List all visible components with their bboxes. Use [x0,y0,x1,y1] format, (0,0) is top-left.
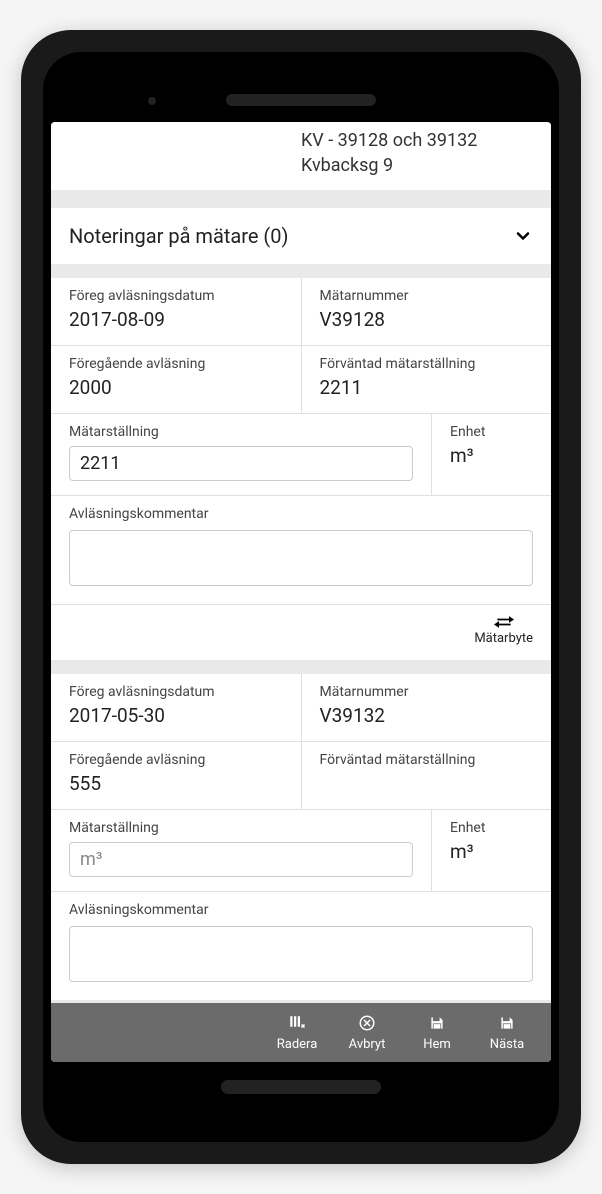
save-icon [497,1013,517,1033]
prev-date-value: 2017-08-09 [69,308,283,331]
bottom-nav: Radera Avbryt Hem [51,1003,551,1062]
row-prevreading-expected: Föregående avläsning 2000 Förväntad mäta… [51,346,551,414]
cell-comment: Avläsningskommentar [51,892,551,1000]
nav-cancel-button[interactable]: Avbryt [335,1013,399,1052]
meter-number-value: V39132 [320,704,534,727]
row-prevdate-number: Föreg avläsningsdatum 2017-08-09 Mätarnu… [51,278,551,346]
phone-speaker [226,94,376,106]
row-comment: Avläsningskommentar [51,496,551,605]
row-comment: Avläsningskommentar [51,892,551,1000]
meter-number-value: V39128 [320,308,534,331]
header-left [69,128,301,178]
row-reading-unit: Mätarställning Enhet m³ [51,810,551,892]
prev-reading-label: Föregående avläsning [69,752,283,768]
prev-reading-value: 2000 [69,376,283,399]
comment-input[interactable] [69,530,533,586]
comment-label: Avläsningskommentar [69,902,533,918]
cell-meter-number: Mätarnummer V39128 [301,278,552,345]
cell-prev-reading: Föregående avläsning 2000 [51,346,301,413]
notes-title: Noteringar på mätare (0) [69,224,288,248]
row-reading-unit: Mätarställning Enhet m³ [51,414,551,496]
row-prevreading-expected: Föregående avläsning 555 Förväntad mätar… [51,742,551,810]
reading-label: Mätarställning [69,820,413,836]
nav-delete-label: Radera [277,1037,318,1052]
cell-reading: Mätarställning [51,810,431,891]
chevron-down-icon [513,226,533,246]
comment-input[interactable] [69,926,533,982]
save-icon [427,1013,447,1033]
prev-date-label: Föreg avläsningsdatum [69,684,283,700]
cell-expected: Förväntad mätarställning [301,742,552,809]
cancel-icon [357,1013,377,1033]
cell-expected: Förväntad mätarställning 2211 [301,346,552,413]
prev-reading-value: 555 [69,772,283,795]
reading-label: Mätarställning [69,424,413,440]
meter-section-1: Föreg avläsningsdatum 2017-05-30 Mätarnu… [51,674,551,1000]
unit-value: m³ [450,444,533,467]
meter-actions: Mätarbyte [51,605,551,660]
header-line-2: Kvbacksg 9 [301,153,533,178]
comment-label: Avläsningskommentar [69,506,533,522]
cell-reading: Mätarställning [51,414,431,495]
prev-date-label: Föreg avläsningsdatum [69,288,283,304]
notes-accordion[interactable]: Noteringar på mätare (0) [51,208,551,264]
unit-label: Enhet [450,424,533,440]
cell-comment: Avläsningskommentar [51,496,551,604]
meter-number-label: Mätarnummer [320,288,534,304]
expected-label: Förväntad mätarställning [320,356,534,372]
header-block: KV - 39128 och 39132 Kvbacksg 9 [51,122,551,190]
cell-prev-date: Föreg avläsningsdatum 2017-05-30 [51,674,301,741]
phone-frame: KV - 39128 och 39132 Kvbacksg 9 Notering… [21,30,581,1164]
nav-delete-button[interactable]: Radera [265,1013,329,1052]
reading-input[interactable] [69,446,413,481]
row-prevdate-number: Föreg avläsningsdatum 2017-05-30 Mätarnu… [51,674,551,742]
unit-label: Enhet [450,820,533,836]
cell-unit: Enhet m³ [431,810,551,891]
header-right: KV - 39128 och 39132 Kvbacksg 9 [301,128,533,178]
meter-number-label: Mätarnummer [320,684,534,700]
header-line-1: KV - 39128 och 39132 [301,128,533,153]
cell-prev-reading: Föregående avläsning 555 [51,742,301,809]
nav-cancel-label: Avbryt [349,1037,386,1052]
nav-home-button[interactable]: Hem [405,1013,469,1052]
phone-camera-dot [148,97,156,105]
nav-next-label: Nästa [490,1037,524,1052]
cell-unit: Enhet m³ [431,414,551,495]
meter-section-0: Föreg avläsningsdatum 2017-08-09 Mätarnu… [51,278,551,660]
phone-home-bar [221,1080,381,1094]
nav-next-button[interactable]: Nästa [475,1013,539,1052]
meter-swap-label: Mätarbyte [474,631,533,646]
expected-label: Förväntad mätarställning [320,752,534,768]
cell-meter-number: Mätarnummer V39132 [301,674,552,741]
screen: KV - 39128 och 39132 Kvbacksg 9 Notering… [51,122,551,1062]
cell-prev-date: Föreg avläsningsdatum 2017-08-09 [51,278,301,345]
meter-swap-button[interactable]: Mätarbyte [474,615,533,646]
prev-date-value: 2017-05-30 [69,704,283,727]
phone-body: KV - 39128 och 39132 Kvbacksg 9 Notering… [43,52,559,1142]
prev-reading-label: Föregående avläsning [69,356,283,372]
delete-icon [287,1013,307,1033]
reading-input[interactable] [69,842,413,877]
swap-horizontal-icon [494,615,514,629]
nav-home-label: Hem [423,1037,451,1052]
content-area: KV - 39128 och 39132 Kvbacksg 9 Notering… [51,122,551,1003]
unit-value: m³ [450,840,533,863]
expected-value: 2211 [320,376,534,399]
